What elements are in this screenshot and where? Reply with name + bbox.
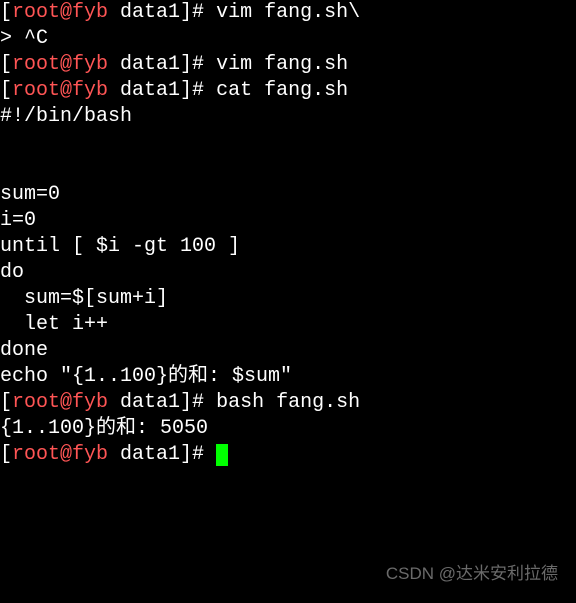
prompt-bracket: [ [0, 443, 12, 466]
terminal-line: do [0, 260, 576, 286]
terminal-line: [root@fyb data1]# cat fang.sh [0, 78, 576, 104]
path: data1 [108, 79, 180, 102]
prompt-end: ]# [180, 443, 216, 466]
terminal-line: sum=0 [0, 182, 576, 208]
prompt-end: ]# [180, 391, 216, 414]
prompt-bracket: [ [0, 53, 12, 76]
user-host: root@fyb [12, 79, 108, 102]
prompt-bracket: [ [0, 391, 12, 414]
user-host: root@fyb [12, 391, 108, 414]
terminal-line: until [ $i -gt 100 ] [0, 234, 576, 260]
terminal-line [0, 130, 576, 156]
command-text: vim fang.sh\ [216, 1, 360, 24]
terminal-line: done [0, 338, 576, 364]
path: data1 [108, 391, 180, 414]
terminal-line: [root@fyb data1]# vim fang.sh [0, 52, 576, 78]
path: data1 [108, 1, 180, 24]
user-host: root@fyb [12, 1, 108, 24]
path: data1 [108, 53, 180, 76]
terminal-line: [root@fyb data1]# bash fang.sh [0, 390, 576, 416]
user-host: root@fyb [12, 53, 108, 76]
prompt-bracket: [ [0, 1, 12, 24]
terminal-line: #!/bin/bash [0, 104, 576, 130]
prompt-end: ]# [180, 53, 216, 76]
terminal-line: {1..100}的和: 5050 [0, 416, 576, 442]
terminal-line: [root@fyb data1]# [0, 442, 576, 468]
prompt-end: ]# [180, 1, 216, 24]
prompt-bracket: [ [0, 79, 12, 102]
terminal-line: sum=$[sum+i] [0, 286, 576, 312]
command-text: vim fang.sh [216, 53, 348, 76]
command-text: bash fang.sh [216, 391, 360, 414]
terminal-line: > ^C [0, 26, 576, 52]
terminal-line: i=0 [0, 208, 576, 234]
user-host: root@fyb [12, 443, 108, 466]
path: data1 [108, 443, 180, 466]
terminal-line: let i++ [0, 312, 576, 338]
prompt-end: ]# [180, 79, 216, 102]
terminal-line: [root@fyb data1]# vim fang.sh\ [0, 0, 576, 26]
terminal-window[interactable]: [root@fyb data1]# vim fang.sh\ > ^C [roo… [0, 0, 576, 468]
terminal-line [0, 156, 576, 182]
command-text: cat fang.sh [216, 79, 348, 102]
terminal-line: echo "{1..100}的和: $sum" [0, 364, 576, 390]
cursor-icon[interactable] [216, 444, 228, 466]
watermark: CSDN @达米安利拉德 [386, 563, 558, 585]
